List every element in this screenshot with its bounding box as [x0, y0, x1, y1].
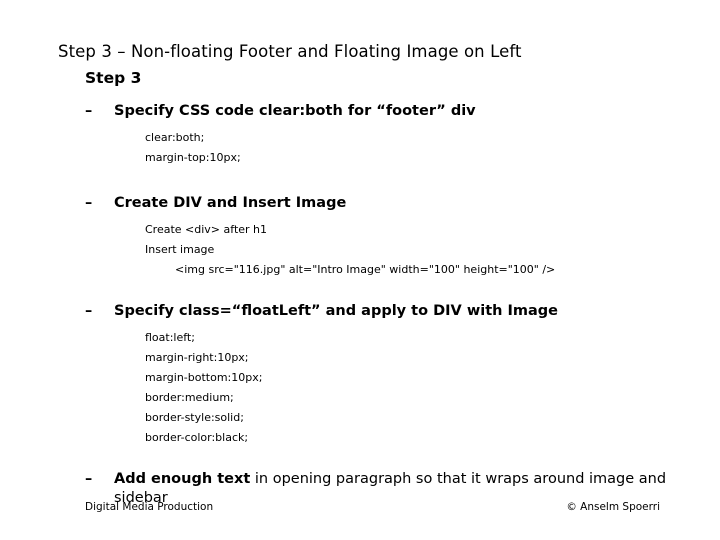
- bullet-details: clear:both; margin-top:10px;: [114, 128, 696, 168]
- bullet-item: – Create DIV and Insert Image Create <di…: [0, 194, 720, 280]
- bullet-item: – Specify CSS code clear:both for “foote…: [0, 102, 720, 168]
- detail-line: Insert image: [145, 243, 215, 256]
- slide-body: Step 3 – Specify CSS code clear:both for…: [0, 68, 720, 508]
- detail-line: margin-bottom:10px;: [145, 371, 263, 384]
- bullet-item: – Specify class=“floatLeft” and apply to…: [0, 302, 720, 448]
- bullet-heading-bold: Add enough text: [114, 471, 251, 487]
- detail-line: border-color:black;: [145, 431, 249, 444]
- detail-line-code: <img src="116.jpg" alt="Intro Image" wid…: [175, 263, 556, 276]
- detail-line: clear:both;: [145, 131, 205, 144]
- page-title: Step 3 – Non-floating Footer and Floatin…: [58, 42, 522, 62]
- bullet-details: Create <div> after h1 Insert image <img …: [114, 220, 696, 280]
- bullet-dash-icon: –: [85, 471, 93, 487]
- section-heading: Step 3: [85, 69, 142, 87]
- footer-course-label: Digital Media Production: [85, 501, 214, 513]
- bullet-dash-icon: –: [85, 195, 93, 211]
- bullet-heading: Specify class=“floatLeft” and apply to D…: [114, 303, 558, 319]
- bullet-details: float:left; margin-right:10px; margin-bo…: [114, 328, 696, 448]
- detail-line: margin-top:10px;: [145, 151, 241, 164]
- footer-copyright: © Anselm Spoerri: [566, 501, 660, 513]
- detail-line: Create <div> after h1: [145, 223, 268, 236]
- bullet-dash-icon: –: [85, 303, 93, 319]
- detail-line: border-style:solid;: [145, 411, 244, 424]
- bullet-dash-icon: –: [85, 103, 93, 119]
- slide: Step 3 – Non-floating Footer and Floatin…: [0, 0, 720, 540]
- detail-line: margin-right:10px;: [145, 351, 249, 364]
- bullet-heading: Create DIV and Insert Image: [114, 195, 347, 211]
- detail-line: border:medium;: [145, 391, 234, 404]
- slide-footer: Digital Media Production © Anselm Spoerr…: [85, 500, 660, 514]
- detail-line: float:left;: [145, 331, 195, 344]
- bullet-heading: Specify CSS code clear:both for “footer”…: [114, 103, 476, 119]
